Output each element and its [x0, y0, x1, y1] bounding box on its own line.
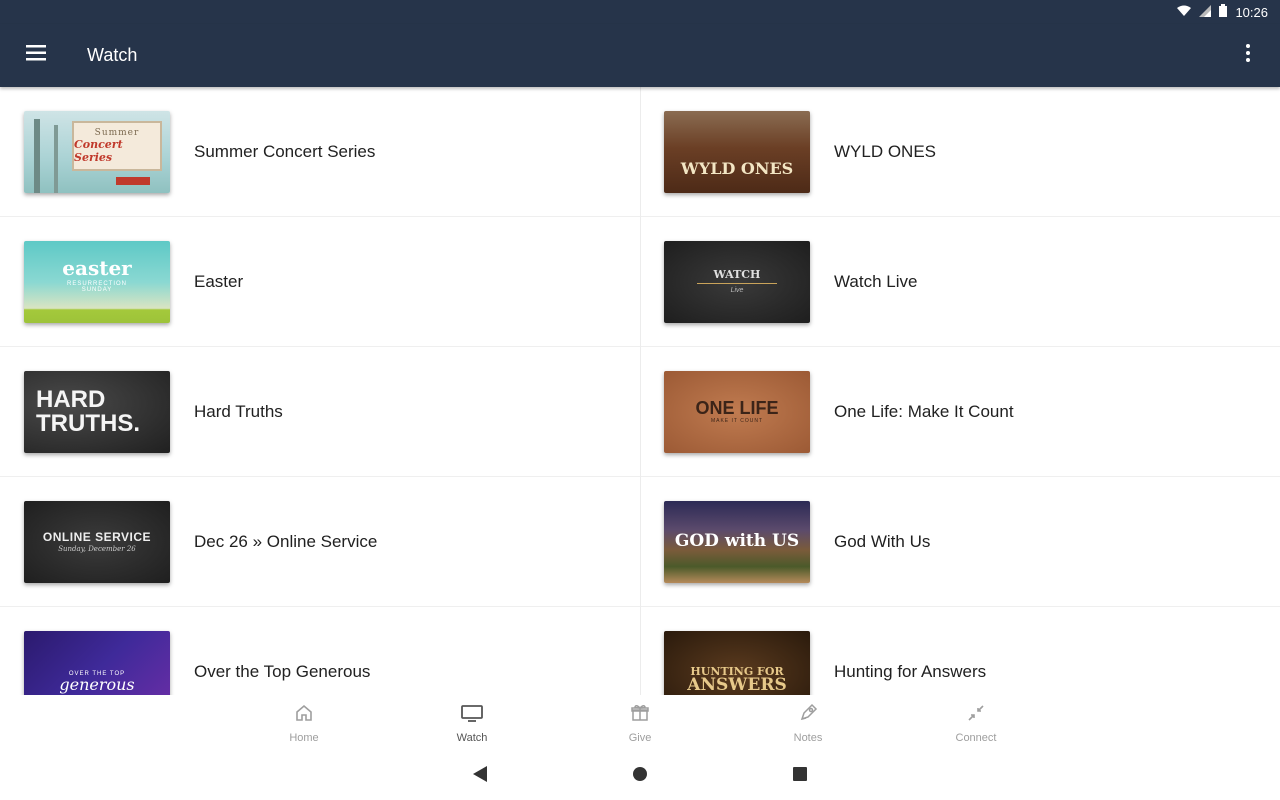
connect-icon — [966, 703, 986, 728]
list-item-watch-live[interactable]: WATCH Live Watch Live — [640, 217, 1280, 347]
nav-label: Give — [628, 732, 652, 744]
item-label: Dec 26 » Online Service — [194, 531, 378, 551]
series-thumbnail: WYLD ONES — [664, 110, 810, 193]
item-label: Over the Top Generous — [194, 661, 371, 681]
thumb-title: ONE LIFE — [695, 398, 779, 418]
list-item-easter[interactable]: easter RESURRECTION SUNDAY Easter — [0, 217, 640, 347]
nav-label: Notes — [793, 732, 823, 744]
series-thumbnail: HUNTING FOR ANSWERS — [664, 630, 810, 695]
gift-icon — [630, 703, 650, 728]
app-bar: Watch — [0, 24, 1280, 87]
thumb-subtitle: Live — [730, 287, 744, 294]
item-label: Watch Live — [834, 271, 918, 291]
hamburger-icon — [26, 45, 46, 66]
item-label: Hunting for Answers — [834, 661, 987, 681]
thumb-title: HARD — [36, 385, 106, 413]
nav-tab-notes[interactable]: Notes — [724, 695, 892, 752]
notes-icon — [798, 703, 818, 728]
recents-square-icon — [793, 766, 807, 786]
page-title: Watch — [87, 45, 138, 65]
thumb-title: ONLINE SERVICE — [42, 529, 152, 544]
thumb-title: easter — [62, 256, 132, 280]
series-thumbnail: ONE LIFE MAKE IT COUNT — [664, 370, 810, 453]
more-vert-icon — [1246, 44, 1250, 67]
series-thumbnail: ONLINE SERVICE Sunday, December 26 — [24, 500, 170, 583]
system-recents-button[interactable] — [780, 756, 820, 796]
list-item-hunting-for-answers[interactable]: HUNTING FOR ANSWERS Hunting for Answers — [640, 607, 1280, 695]
list-item-god-with-us[interactable]: GOD with US God With Us — [640, 477, 1280, 607]
thumb-subtitle: TRUTHS. — [36, 409, 140, 437]
nav-label: Home — [289, 732, 319, 744]
status-bar: 10:26 — [0, 0, 1280, 24]
nav-tab-watch[interactable]: Watch — [388, 695, 556, 752]
series-thumbnail: easter RESURRECTION SUNDAY — [24, 240, 170, 323]
thumb-title: WYLD ONES — [680, 158, 794, 178]
tv-icon — [460, 703, 484, 728]
thumb-title: WATCH — [713, 268, 761, 281]
back-triangle-icon — [473, 765, 487, 787]
bottom-navigation: Home Watch Give Notes Connect — [0, 695, 1280, 752]
menu-button[interactable] — [0, 24, 72, 87]
item-label: Hard Truths — [194, 401, 283, 421]
series-thumbnail: Summer Concert Series — [24, 110, 170, 193]
list-item-hard-truths[interactable]: HARD TRUTHS. Hard Truths — [0, 347, 640, 477]
nav-tab-connect[interactable]: Connect — [892, 695, 1060, 752]
series-thumbnail: WATCH Live — [664, 240, 810, 323]
thumb-subtitle: generous — [59, 674, 135, 694]
nav-label: Watch — [456, 732, 488, 744]
series-thumbnail: HARD TRUTHS. — [24, 370, 170, 453]
thumb-title: Summer — [94, 127, 140, 138]
wifi-icon — [1177, 5, 1192, 20]
series-thumbnail: GOD with US — [664, 500, 810, 583]
list-item-one-life[interactable]: ONE LIFE MAKE IT COUNT One Life: Make It… — [640, 347, 1280, 477]
thumb-subtitle: RESURRECTION SUNDAY — [66, 281, 127, 293]
signal-icon — [1199, 4, 1212, 20]
nav-label: Connect — [955, 732, 997, 744]
thumb-subtitle: Sunday, December 26 — [58, 544, 136, 553]
thumb-subtitle: MAKE IT COUNT — [710, 418, 764, 424]
system-navigation-bar — [0, 752, 1280, 800]
thumb-subtitle: ANSWERS — [687, 674, 787, 695]
nav-tab-home[interactable]: Home — [220, 695, 388, 752]
item-label: God With Us — [834, 531, 931, 551]
battery-icon — [1219, 4, 1228, 20]
list-item-summer-concert-series[interactable]: Summer Concert Series Summer Concert Ser… — [0, 87, 640, 217]
column-divider — [640, 87, 641, 695]
series-thumbnail: OVER THE TOP generous — [24, 630, 170, 695]
list-item-over-the-top-generous[interactable]: OVER THE TOP generous Over the Top Gener… — [0, 607, 640, 695]
system-home-button[interactable] — [620, 756, 660, 796]
overflow-menu-button[interactable] — [1216, 24, 1280, 87]
thumb-title: GOD with US — [674, 531, 800, 551]
item-label: Easter — [194, 271, 244, 291]
thumb-subtitle: Concert Series — [74, 137, 123, 164]
system-back-button[interactable] — [460, 756, 500, 796]
home-icon — [294, 703, 314, 728]
item-label: Summer Concert Series — [194, 141, 376, 161]
list-item-wyld-ones[interactable]: WYLD ONES WYLD ONES — [640, 87, 1280, 217]
item-label: One Life: Make It Count — [834, 401, 1014, 421]
nav-tab-give[interactable]: Give — [556, 695, 724, 752]
item-label: WYLD ONES — [834, 141, 937, 161]
home-circle-icon — [632, 766, 648, 787]
list-item-online-service[interactable]: ONLINE SERVICE Sunday, December 26 Dec 2… — [0, 477, 640, 607]
status-time: 10:26 — [1235, 4, 1268, 20]
